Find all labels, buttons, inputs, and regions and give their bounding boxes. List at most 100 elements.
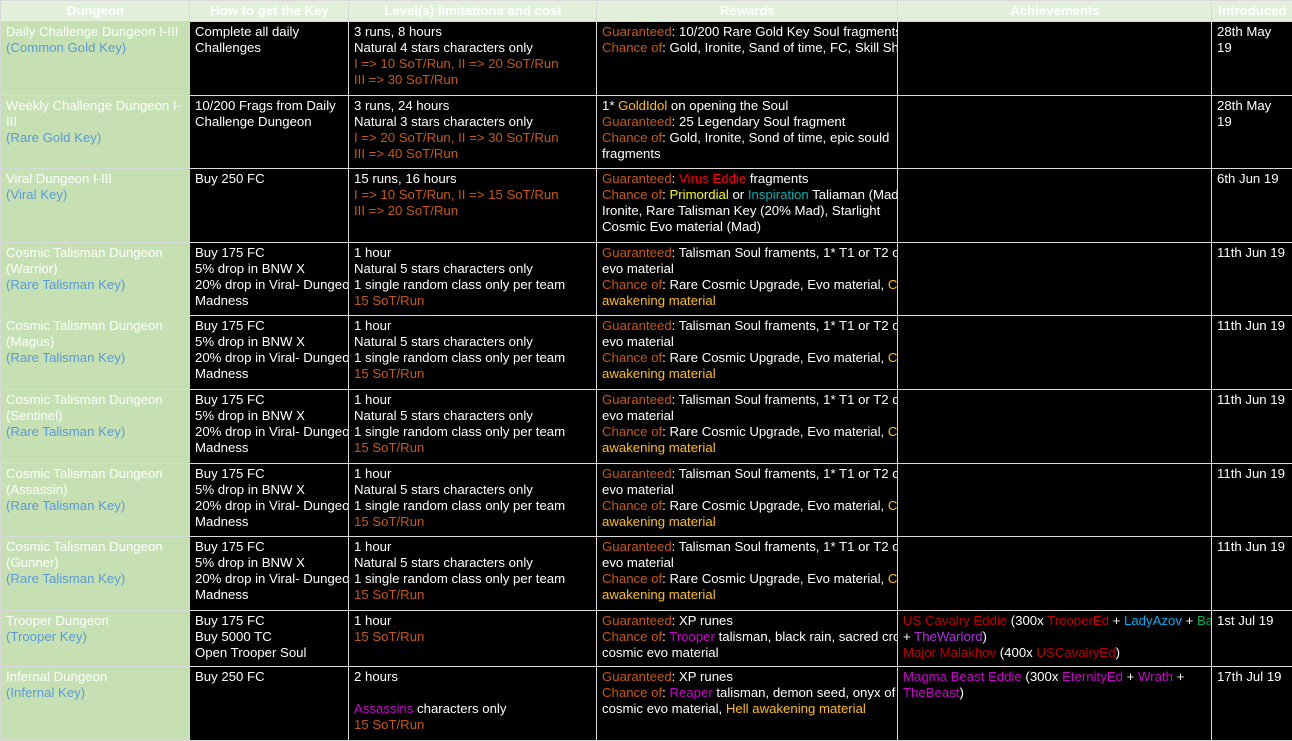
achievements-line: Magma Beast Eddie (300x EternityEd + Wra… [903,669,1207,685]
rewards-segment: Chance of [602,350,662,365]
rewards-segment: : 10/200 Rare Gold Key Soul fragments [672,24,898,39]
limitations-line: I => 20 SoT/Run, II => 30 SoT/Run [354,130,592,146]
rewards-line: fragments [602,146,893,162]
how-to-get-key-cell: Buy 250 FC [190,667,349,741]
rewards-segment: on opening the Soul [667,98,788,113]
rewards-segment: awakening material [602,587,716,602]
dungeon-name-cell: Cosmic Talisman Dungeon(Sentinel)(Rare T… [1,389,190,463]
rewards-line: Guaranteed: 25 Legendary Soul fragment [602,114,893,130]
how-to-get-key-line: 5% drop in BNW X [195,334,344,350]
introduced-date-cell: 11th Jun 19 [1212,242,1292,316]
limitations-cell: 1 hourNatural 5 stars characters only1 s… [349,537,597,611]
dungeon-title: Cosmic Talisman Dungeon [6,245,185,261]
achievements-segment: LadyAzov [1124,613,1182,628]
achievements-segment: + [903,629,914,644]
rewards-cell: Guaranteed: 10/200 Rare Gold Key Soul fr… [597,22,898,96]
achievements-segment: + [1173,669,1184,684]
limitations-line: 15 runs, 16 hours [354,171,592,187]
rewards-line: Guaranteed: XP runes [602,613,893,629]
dungeon-name-cell: Viral Dungeon I-III(Viral Key) [1,169,190,243]
rewards-line: evo material [602,555,893,571]
achievements-segment: Magma Beast Eddie [903,669,1022,684]
rewards-cell: Guaranteed: Talisman Soul framents, 1* T… [597,389,898,463]
dungeon-name-cell: Weekly Challenge Dungeon I-III(Rare Gold… [1,95,190,169]
rewards-line: awakening material [602,587,893,603]
dungeon-name-cell: Trooper Dungeon(Trooper Key) [1,610,190,667]
rewards-segment: Chance of [602,498,662,513]
how-to-get-key-line: Challenges [195,40,344,56]
rewards-line: Guaranteed: 10/200 Rare Gold Key Soul fr… [602,24,893,40]
achievements-segment: ) [983,629,987,644]
rewards-line: Chance of: Trooper talisman, black rain,… [602,629,893,645]
limitations-segment: characters only [413,701,506,716]
how-to-get-key-line: Buy 175 FC [195,318,344,334]
how-to-get-key-line: 5% drop in BNW X [195,261,344,277]
achievements-segment: EternityEd [1062,669,1123,684]
how-to-get-key-line: 20% drop in Viral- Dungeon [195,350,344,366]
achievements-segment: TheBeast [903,685,959,700]
achievements-segment: ) [1116,645,1120,660]
rewards-cell: Guaranteed: XP runesChance of: Trooper t… [597,610,898,667]
limitations-line: 15 SoT/Run [354,293,592,309]
limitations-line: 2 hours [354,669,592,685]
limitations-line: Assassins characters only [354,701,592,717]
limitations-line: 1 hour [354,318,592,334]
rewards-cell: Guaranteed: Talisman Soul framents, 1* T… [597,316,898,390]
rewards-segment: Guaranteed [602,539,672,554]
rewards-segment: Guaranteed [602,318,672,333]
achievements-segment: + [1182,613,1197,628]
rewards-segment: Chance of [602,685,662,700]
achievements-cell [898,463,1212,537]
how-to-get-key-cell: Complete all dailyChallenges [190,22,349,96]
achievements-segment: ) [959,685,963,700]
rewards-line: cosmic evo material, Hell awakening mate… [602,701,893,717]
rewards-line: Guaranteed: Talisman Soul framents, 1* T… [602,466,893,482]
limitations-line: 1 single random class only per team [354,277,592,293]
dungeon-title: Trooper Dungeon [6,613,185,629]
table-body: Daily Challenge Dungeon I-III(Common Gol… [1,22,1292,741]
limitations-line: 1 single random class only per team [354,571,592,587]
achievements-segment: + [1123,669,1138,684]
rewards-segment: Inspiration [748,187,809,202]
table-row: Viral Dungeon I-III(Viral Key)Buy 250 FC… [1,169,1292,243]
rewards-segment: Cyborg [888,277,898,292]
column-header-how-to-get-the-key: How to get the Key [190,1,349,22]
rewards-line: awakening material [602,440,893,456]
achievements-cell [898,22,1212,96]
limitations-line: I => 10 SoT/Run, II => 20 SoT/Run [354,56,592,72]
achievements-segment: (300x [1022,669,1062,684]
achievements-cell: Magma Beast Eddie (300x EternityEd + Wra… [898,667,1212,741]
rewards-segment: Trooper [669,629,715,644]
table-row: Cosmic Talisman Dungeon(Assassin)(Rare T… [1,463,1292,537]
rewards-segment: : Talisman Soul framents, 1* T1 or T2 or… [672,318,898,333]
how-to-get-key-line: Buy 175 FC [195,466,344,482]
dungeon-subtitle: (Gunner) [6,555,185,571]
dungeon-title: Cosmic Talisman Dungeon [6,318,185,334]
rewards-segment: Taliaman (Mad), [809,187,898,202]
achievements-line: + TheWarlord) [903,629,1207,645]
rewards-segment: : Talisman Soul framents, 1* T1 or T2 or… [672,392,898,407]
how-to-get-key-line: Challenge Dungeon [195,114,344,130]
how-to-get-key-line: Madness [195,366,344,382]
dungeon-title: Infernal Dungeon [6,669,185,685]
dungeon-key-label: (Rare Talisman Key) [6,498,185,514]
dungeon-title: Daily Challenge Dungeon I-III [6,24,185,40]
rewards-segment: Reaper [669,685,712,700]
how-to-get-key-line: 5% drop in BNW X [195,555,344,571]
how-to-get-key-cell: Buy 175 FC5% drop in BNW X20% drop in Vi… [190,537,349,611]
achievements-segment: + [1109,613,1124,628]
rewards-line: Chance of: Reaper talisman, demon seed, … [602,685,893,701]
limitations-line: 1 single random class only per team [354,350,592,366]
how-to-get-key-line: 20% drop in Viral- Dungeon [195,571,344,587]
rewards-line: cosmic evo material [602,645,893,661]
rewards-segment: : Rare Cosmic Upgrade, Evo material, [662,350,888,365]
header-row: Dungeon How to get the Key Level(s) limi… [1,1,1292,22]
achievements-segment: USCavalryEd [1036,645,1115,660]
limitations-line: 15 SoT/Run [354,587,592,603]
rewards-segment: fragments [602,146,661,161]
rewards-segment: : XP runes [672,613,733,628]
how-to-get-key-line: Buy 175 FC [195,245,344,261]
rewards-segment: Virus Eddie [679,171,746,186]
rewards-segment: : Talisman Soul framents, 1* T1 or T2 or… [672,466,898,481]
rewards-segment: Guaranteed [602,171,672,186]
